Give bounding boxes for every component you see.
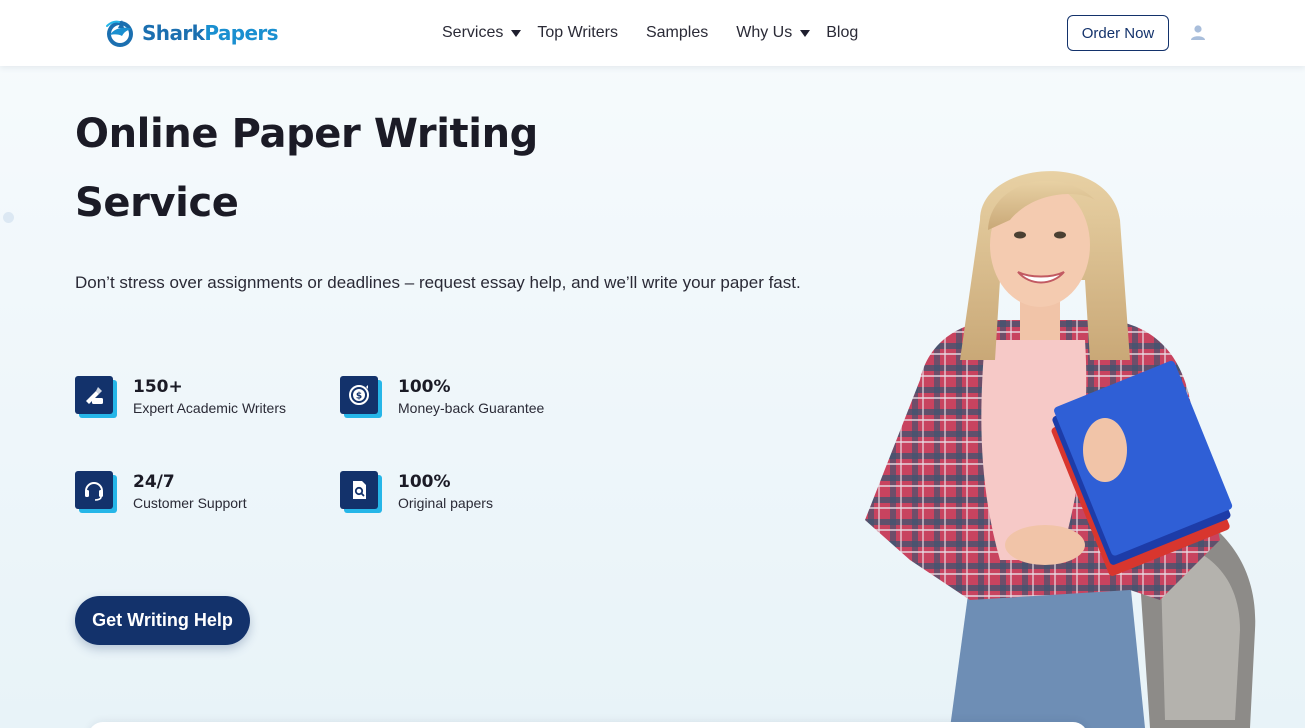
stat-money-back: $ 100% Money-back Guarantee xyxy=(340,376,544,418)
nav-services[interactable]: Services xyxy=(442,24,522,42)
writer-hand-icon xyxy=(75,376,117,418)
nav-blog[interactable]: Blog xyxy=(826,24,858,42)
order-now-button[interactable]: Order Now xyxy=(1067,15,1169,51)
page-title: Online Paper Writing Service xyxy=(75,100,595,238)
logo-text-shark: Shark xyxy=(142,21,205,45)
page-title-line1: Online Paper Writing xyxy=(75,111,538,157)
chevron-down-icon xyxy=(800,29,811,37)
logo-wordmark: SharkPapers xyxy=(142,21,279,45)
bottom-card-edge xyxy=(88,722,1088,728)
stat-money-back-value: 100% xyxy=(398,377,451,397)
get-writing-help-button[interactable]: Get Writing Help xyxy=(75,596,250,645)
stat-support-value: 24/7 xyxy=(133,472,175,492)
nav-why-us[interactable]: Why Us xyxy=(736,24,811,42)
headset-icon xyxy=(75,471,117,513)
stat-writers-label: Expert Academic Writers xyxy=(133,400,287,416)
decorative-dot xyxy=(3,212,14,223)
nav-samples[interactable]: Samples xyxy=(646,24,708,42)
stat-support-label: Customer Support xyxy=(133,495,247,511)
stat-original-label: Original papers xyxy=(398,495,493,511)
main-nav: Services Top Writers Samples Why Us Blog xyxy=(442,0,886,66)
nav-why-us-label: Why Us xyxy=(736,24,793,41)
hero-subtitle: Don’t stress over assignments or deadlin… xyxy=(75,273,801,292)
logo-text-papers: Papers xyxy=(204,21,278,45)
stat-money-back-label: Money-back Guarantee xyxy=(398,400,545,416)
stat-original-value: 100% xyxy=(398,472,451,492)
nav-samples-label: Samples xyxy=(645,24,709,41)
stat-writers-value: 150+ xyxy=(133,377,183,397)
site-header: SharkPapers Services Top Writers Samples… xyxy=(0,0,1305,66)
user-icon[interactable] xyxy=(1189,24,1207,42)
chevron-down-icon xyxy=(511,29,522,37)
sharkpapers-logo[interactable]: SharkPapers xyxy=(104,16,279,50)
nav-services-label: Services xyxy=(442,24,504,41)
document-search-icon xyxy=(340,471,382,513)
nav-blog-label: Blog xyxy=(826,24,859,41)
money-back-icon: $ xyxy=(340,376,382,418)
shark-logo-icon xyxy=(106,20,133,47)
nav-top-writers[interactable]: Top Writers xyxy=(537,24,618,42)
stat-original: 100% Original papers xyxy=(340,471,493,513)
svg-text:$: $ xyxy=(356,392,362,402)
student-photo xyxy=(865,171,1256,728)
stat-writers: 150+ Expert Academic Writers xyxy=(75,376,286,418)
nav-top-writers-label: Top Writers xyxy=(537,24,618,41)
stat-support: 24/7 Customer Support xyxy=(75,471,247,513)
page-title-line2: Service xyxy=(75,180,239,226)
